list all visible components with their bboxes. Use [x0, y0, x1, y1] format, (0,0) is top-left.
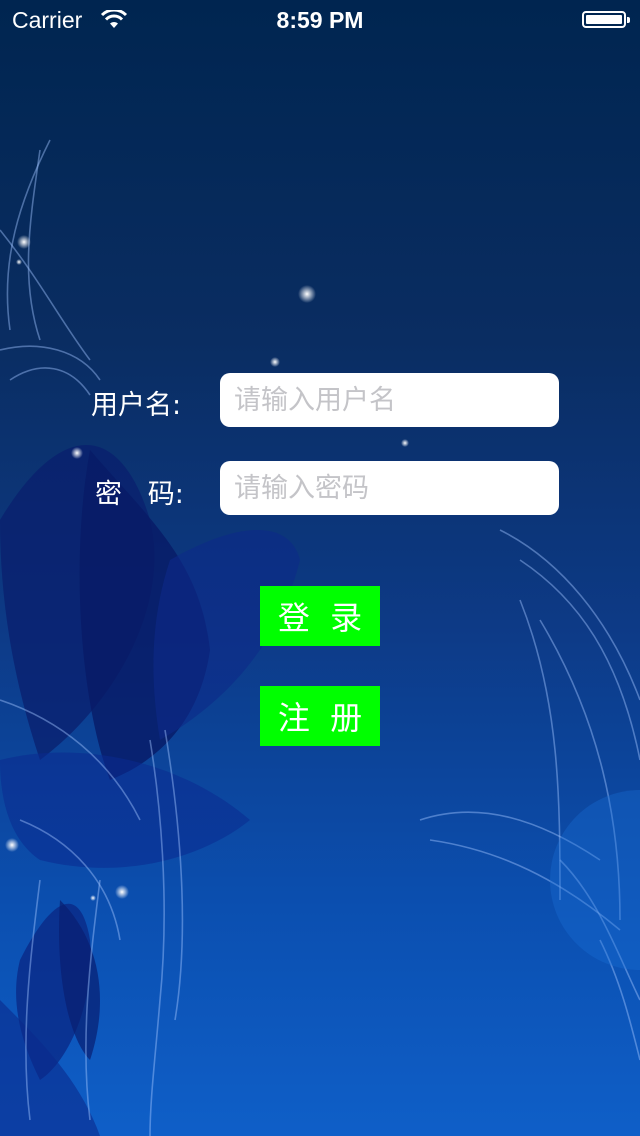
clock: 8:59 PM [276, 7, 364, 33]
username-label: 用户名: [91, 390, 182, 421]
username-input[interactable] [220, 373, 559, 427]
password-label: 密 码: [95, 479, 184, 510]
status-bar: Carrier 8:59 PM [0, 0, 640, 40]
battery-icon [582, 11, 630, 28]
background-artwork [0, 139, 640, 1136]
register-button[interactable]: 注 册 [260, 686, 380, 746]
password-input[interactable] [220, 461, 559, 515]
login-button[interactable]: 登 录 [260, 586, 380, 646]
